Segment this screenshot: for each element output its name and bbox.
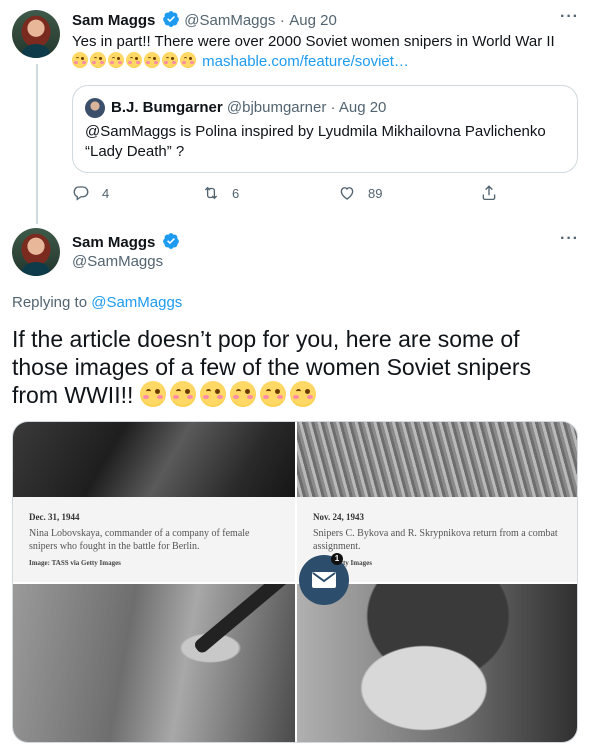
tweet1-action-bar: 4 6 89 — [72, 184, 552, 206]
media-image-3[interactable] — [13, 584, 295, 742]
smiling-blush-emoji-icon — [229, 381, 256, 407]
retweet-button[interactable]: 6 — [202, 184, 239, 202]
emoji-row — [139, 381, 320, 408]
emoji-row — [72, 52, 202, 70]
like-button[interactable]: 89 — [338, 184, 382, 202]
replying-prefix: Replying to — [12, 294, 88, 311]
quote-author-name[interactable]: B.J. Bumgarner — [111, 99, 223, 116]
caption-text: Snipers C. Bykova and R. Skrypnikova ret… — [313, 528, 558, 552]
photo-snipers-grass — [297, 422, 577, 497]
caption-credit: Image: TASS via Getty Images — [29, 559, 121, 567]
photo-smiling-sniper — [297, 584, 577, 742]
envelope-icon — [312, 572, 336, 588]
smiling-blush-emoji-icon — [108, 52, 124, 68]
thread-connector-line — [36, 64, 38, 224]
mail-badge-count: 1 — [331, 553, 343, 565]
tweet1-body: Yes in part!! There were over 2000 Sovie… — [72, 32, 572, 72]
verified-badge-icon — [162, 11, 179, 27]
smiling-blush-emoji-icon — [126, 52, 142, 68]
caption-date: Dec. 31, 1944 — [29, 512, 80, 522]
share-icon — [482, 185, 496, 201]
quoted-tweet[interactable]: B.J. Bumgarner @bjbumgarner · Aug 20 @Sa… — [72, 85, 578, 173]
tweet2-body: If the article doesn’t pop for you, here… — [12, 325, 582, 409]
media-image-4[interactable] — [297, 584, 577, 742]
smiling-blush-emoji-icon — [180, 52, 196, 68]
image-caption: Dec. 31, 1944 Nina Lobovskaya, commander… — [13, 497, 295, 582]
reply-count: 4 — [102, 185, 110, 201]
smiling-blush-emoji-icon — [169, 381, 196, 407]
retweet-icon — [204, 186, 218, 200]
smiling-blush-emoji-icon — [162, 52, 178, 68]
smiling-blush-emoji-icon — [139, 381, 166, 407]
author-name[interactable]: Sam Maggs — [72, 234, 155, 251]
quote-author-handle[interactable]: @bjbumgarner — [227, 99, 326, 116]
share-button[interactable] — [480, 184, 510, 202]
verified-badge-icon — [162, 233, 179, 249]
more-options-icon[interactable]: ··· — [560, 230, 579, 248]
photo-soldier-closeup — [13, 422, 295, 497]
media-image-1[interactable]: Dec. 31, 1944 Nina Lobovskaya, commander… — [13, 422, 295, 582]
reply-icon — [73, 186, 89, 201]
separator-dot: · — [279, 12, 285, 29]
tweet-date[interactable]: Aug 20 — [289, 12, 337, 29]
replying-to-line: Replying to @SamMaggs — [12, 294, 182, 311]
replying-to-handle[interactable]: @SamMaggs — [91, 294, 182, 311]
smiling-blush-emoji-icon — [289, 381, 316, 407]
tweet2-name-row: Sam Maggs — [72, 232, 180, 252]
quote-header: B.J. Bumgarner @bjbumgarner · Aug 20 — [111, 99, 386, 116]
reply-button[interactable]: 4 — [72, 184, 109, 202]
media-grid: Dec. 31, 1944 Nina Lobovskaya, commander… — [12, 421, 578, 743]
author-handle[interactable]: @SamMaggs — [72, 253, 163, 270]
smiling-blush-emoji-icon — [259, 381, 286, 407]
author-handle[interactable]: @SamMaggs — [184, 12, 275, 29]
quote-text: @SamMaggs is Polina inspired by Lyudmila… — [85, 123, 546, 160]
author-name[interactable]: Sam Maggs — [72, 12, 155, 29]
avatar-sam-maggs[interactable] — [12, 10, 60, 58]
quote-date[interactable]: Aug 20 — [339, 99, 387, 116]
separator-dot: · — [330, 99, 336, 116]
smiling-blush-emoji-icon — [90, 52, 106, 68]
caption-date: Nov. 24, 1943 — [313, 512, 365, 522]
caption-credit: mann/Getty Images — [313, 559, 372, 567]
avatar-sam-maggs[interactable] — [12, 228, 60, 276]
smiling-blush-emoji-icon — [199, 381, 226, 407]
quote-avatar[interactable] — [85, 98, 105, 118]
like-count: 89 — [368, 185, 383, 201]
tweet1-header: Sam Maggs @SamMaggs · Aug 20 — [72, 10, 337, 30]
smiling-blush-emoji-icon — [144, 52, 160, 68]
article-link[interactable]: mashable.com/feature/soviet… — [202, 53, 409, 70]
caption-text: Nina Lobovskaya, commander of a company … — [29, 528, 250, 552]
more-options-icon[interactable]: ··· — [560, 8, 579, 26]
tweet1-text: Yes in part!! There were over 2000 Sovie… — [72, 33, 555, 50]
smiling-blush-emoji-icon — [72, 52, 88, 68]
heart-icon — [340, 187, 354, 200]
retweet-count: 6 — [232, 185, 240, 201]
mail-notification-button[interactable]: 1 — [299, 553, 349, 605]
